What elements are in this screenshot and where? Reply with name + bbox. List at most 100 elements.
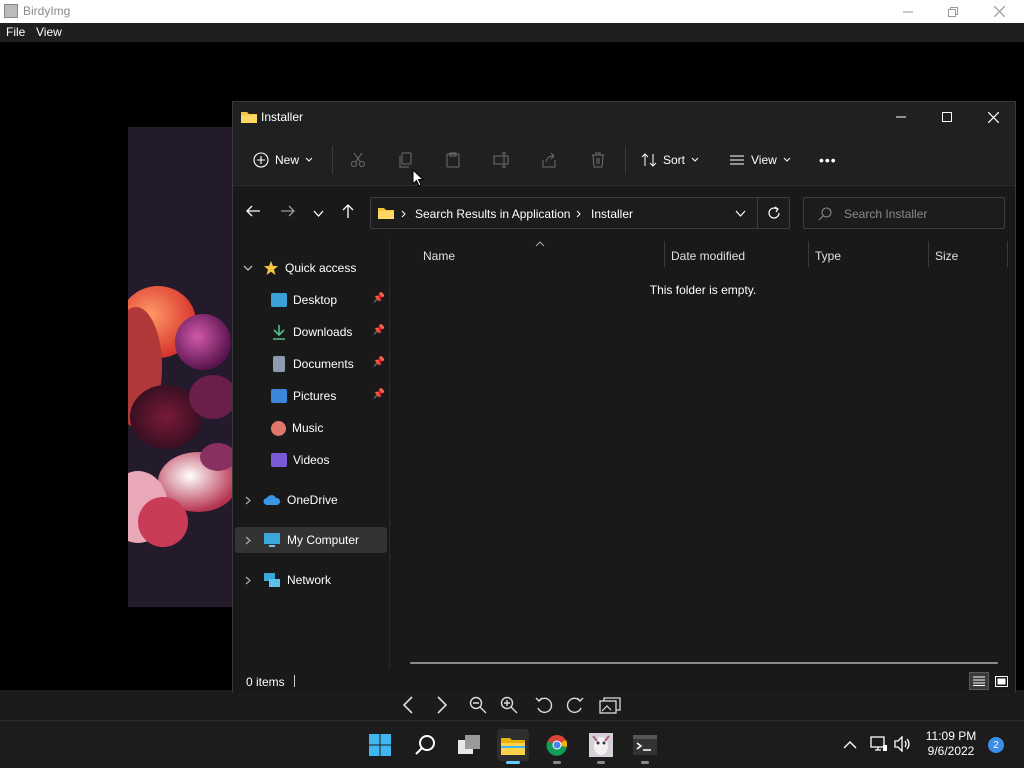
search-icon <box>415 735 435 755</box>
chevron-down-icon <box>313 210 324 217</box>
horizontal-scrollbar[interactable] <box>410 662 998 664</box>
nav-quick-access[interactable]: Quick access <box>235 255 387 281</box>
chrome-icon <box>546 735 568 756</box>
folder-icon <box>241 112 257 123</box>
gallery-button[interactable] <box>598 693 622 717</box>
explorer-maximize-button[interactable] <box>924 102 970 132</box>
chevron-down-icon <box>735 210 746 217</box>
explorer-minimize-button[interactable] <box>878 102 924 132</box>
breadcrumb-installer[interactable]: Installer <box>591 207 633 221</box>
column-divider[interactable] <box>664 241 665 267</box>
up-button[interactable] <box>341 203 355 222</box>
list-view-icon <box>730 155 744 165</box>
rename-icon <box>493 152 509 168</box>
notification-badge[interactable]: 2 <box>988 737 1004 753</box>
nav-item-downloads[interactable]: Downloads 📌 <box>235 319 387 345</box>
nav-item-documents[interactable]: Documents 📌 <box>235 351 387 377</box>
show-hidden-icons-button[interactable] <box>843 738 857 752</box>
column-header-size[interactable]: Size <box>935 249 958 263</box>
birdy-maximize-button[interactable] <box>930 0 976 23</box>
rotate-left-button[interactable] <box>532 693 556 717</box>
status-separator <box>294 675 295 687</box>
birdyimg-app-icon <box>4 4 18 18</box>
more-options-button[interactable]: ••• <box>819 149 837 171</box>
search-box[interactable]: Search Installer <box>803 197 1005 229</box>
task-view-button[interactable] <box>453 729 485 761</box>
plus-circle-icon <box>253 152 269 168</box>
nav-onedrive[interactable]: OneDrive <box>235 487 387 513</box>
nav-item-pictures[interactable]: Pictures 📌 <box>235 383 387 409</box>
zoom-out-button[interactable] <box>466 693 490 717</box>
paste-button[interactable] <box>445 149 461 171</box>
view-button-label: View <box>751 153 777 167</box>
cut-button[interactable] <box>350 149 366 171</box>
view-button[interactable]: View <box>729 149 791 171</box>
column-header-name[interactable]: Name <box>423 249 455 263</box>
chevron-down-icon <box>243 265 253 271</box>
nav-network-label: Network <box>287 573 332 587</box>
share-icon <box>542 152 556 168</box>
search-button[interactable] <box>409 729 441 761</box>
birdy-close-button[interactable] <box>976 0 1022 23</box>
terminal-icon <box>633 735 657 755</box>
column-divider[interactable] <box>1007 241 1008 267</box>
nav-network[interactable]: Network <box>235 567 387 593</box>
address-bar[interactable]: Search Results in Application Installer <box>370 197 790 229</box>
videos-icon <box>271 453 287 467</box>
details-view-button[interactable] <box>969 672 989 690</box>
pin-icon: 📌 <box>372 389 385 400</box>
tiles-view-icon <box>994 675 1008 687</box>
copy-button[interactable] <box>398 149 414 171</box>
menu-file[interactable]: File <box>6 25 25 39</box>
displayed-image <box>128 127 238 607</box>
file-explorer-taskbar-button[interactable] <box>497 729 529 764</box>
rename-button[interactable] <box>493 149 511 171</box>
delete-button[interactable] <box>590 149 606 171</box>
taskbar: 11:09 PM 9/6/2022 2 <box>0 720 1024 768</box>
column-divider[interactable] <box>808 241 809 267</box>
nav-item-desktop[interactable]: Desktop 📌 <box>235 287 387 313</box>
nav-item-label: Desktop <box>293 293 338 307</box>
share-button[interactable] <box>541 149 557 171</box>
forward-button[interactable] <box>280 204 296 221</box>
column-header-date-modified[interactable]: Date modified <box>671 249 745 263</box>
network-status-button[interactable] <box>870 736 888 755</box>
start-button[interactable] <box>364 729 396 761</box>
nav-item-videos[interactable]: Videos <box>235 447 387 473</box>
chevron-left-icon <box>402 696 413 714</box>
address-row: Search Results in Application Installer … <box>233 187 1015 239</box>
download-icon <box>273 325 285 340</box>
chevron-down-icon <box>691 157 699 162</box>
rotate-right-button[interactable] <box>563 693 587 717</box>
large-icons-view-button[interactable] <box>991 672 1011 690</box>
zoom-in-button[interactable] <box>497 693 521 717</box>
explorer-close-button[interactable] <box>970 102 1016 132</box>
nav-item-music[interactable]: Music <box>235 415 387 441</box>
terminal-taskbar-button[interactable] <box>629 729 661 764</box>
recent-locations-button[interactable] <box>313 207 324 221</box>
item-count: 0 items <box>246 675 285 689</box>
breadcrumb-search-results[interactable]: Search Results in Application <box>415 207 570 221</box>
new-button[interactable]: New <box>253 149 313 171</box>
rotate-left-icon <box>535 697 553 714</box>
previous-image-button[interactable] <box>396 693 420 717</box>
chrome-taskbar-button[interactable] <box>541 729 573 764</box>
pin-icon: 📌 <box>372 357 385 368</box>
column-divider[interactable] <box>928 241 929 267</box>
clock[interactable]: 11:09 PM 9/6/2022 <box>922 729 980 759</box>
close-icon <box>993 6 1005 17</box>
menu-view[interactable]: View <box>36 25 62 39</box>
running-app-indicator <box>597 761 605 764</box>
birdy-minimize-button[interactable] <box>885 0 931 23</box>
column-header-type[interactable]: Type <box>815 249 841 263</box>
birdyimg-taskbar-button[interactable] <box>585 729 617 764</box>
sort-ascending-icon <box>535 241 545 247</box>
status-bar: 0 items <box>233 669 1015 693</box>
next-image-button[interactable] <box>430 693 454 717</box>
cloud-icon <box>263 495 281 505</box>
volume-button[interactable] <box>894 735 912 755</box>
nav-my-computer[interactable]: My Computer <box>235 527 387 553</box>
back-button[interactable] <box>245 204 261 221</box>
sort-button[interactable]: Sort <box>641 149 699 171</box>
refresh-icon[interactable] <box>767 206 781 220</box>
